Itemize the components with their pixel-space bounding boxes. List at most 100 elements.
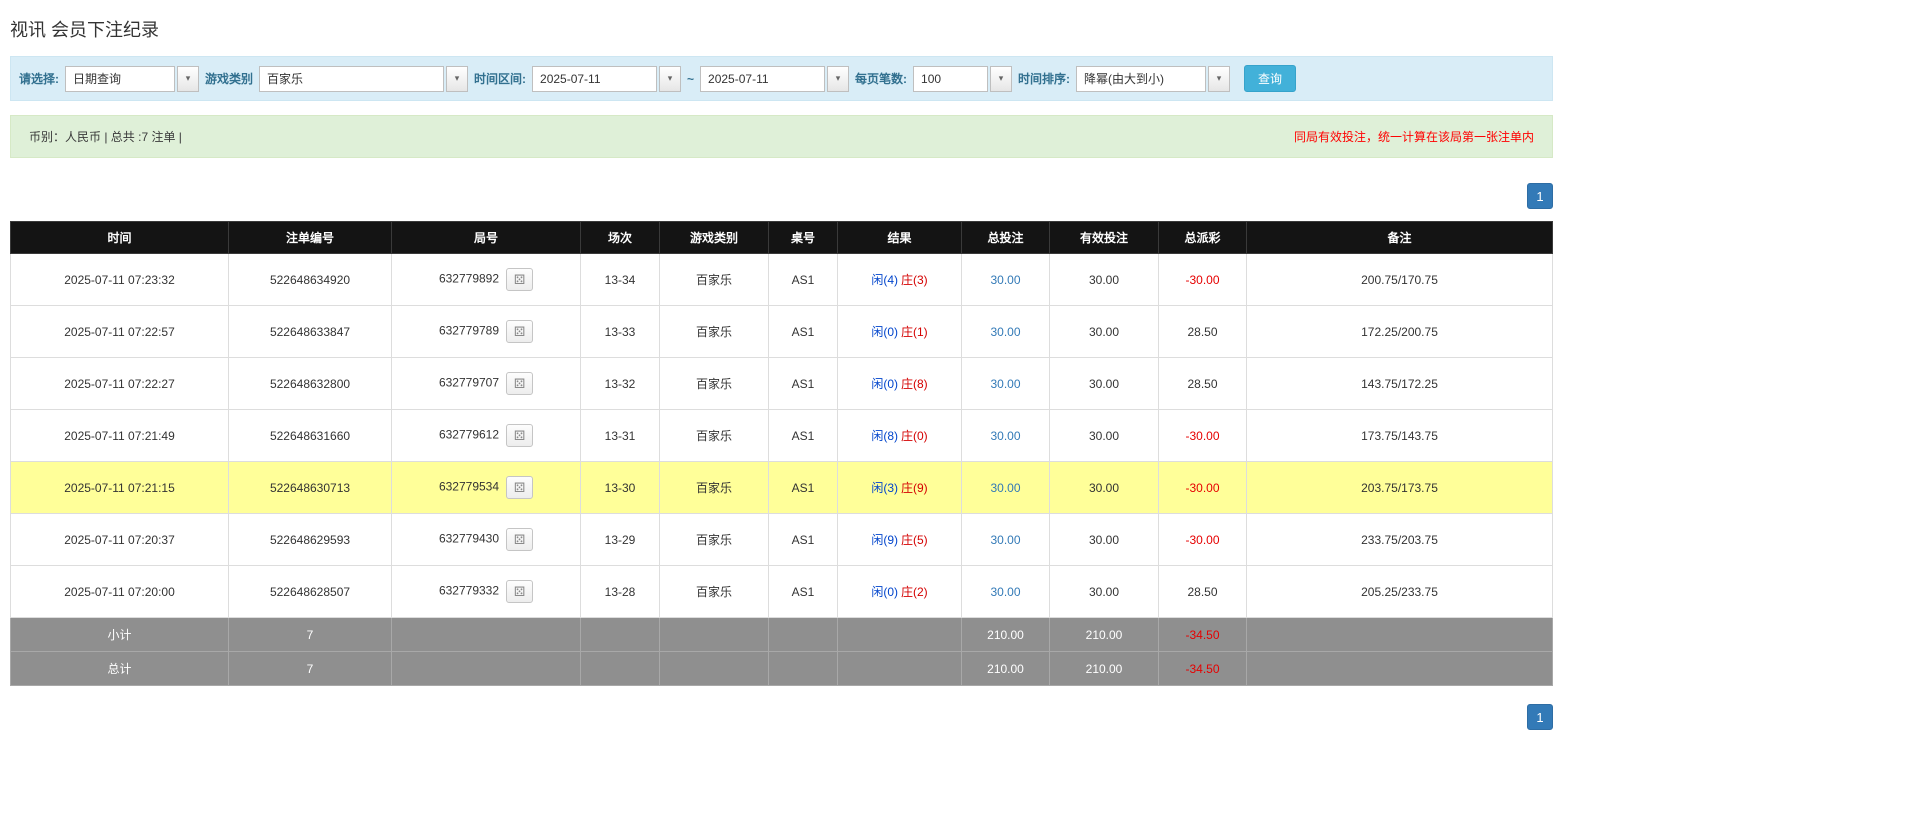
total-bet-cell: 30.00 xyxy=(962,254,1050,306)
footer-table-cell xyxy=(769,652,838,686)
bet-record-row: 2025-07-11 07:22:27522648632800632779707… xyxy=(11,358,1553,410)
footer-valid-bet-cell: 210.00 xyxy=(1050,618,1159,652)
payout-cell: -30.00 xyxy=(1159,514,1247,566)
player-result: 闲(8) xyxy=(871,429,898,443)
query-type-input[interactable] xyxy=(65,66,175,92)
game-type-cell: 百家乐 xyxy=(660,462,769,514)
result-cell: 闲(9)庄(5) xyxy=(838,514,962,566)
payout-cell: -30.00 xyxy=(1159,462,1247,514)
sort-order-dropdown-button[interactable]: ▾ xyxy=(1208,66,1230,92)
total-bet-link[interactable]: 30.00 xyxy=(990,533,1020,547)
currency-total-text: 币别：人民币 | 总共 :7 注单 | xyxy=(29,128,182,145)
footer-total-bet-cell: 210.00 xyxy=(962,618,1050,652)
date-to-dropdown-button[interactable]: ▾ xyxy=(827,66,849,92)
footer-label-cell: 小计 xyxy=(11,618,229,652)
valid-bet-cell: 30.00 xyxy=(1050,306,1159,358)
total-row: 总计7210.00210.00-34.50 xyxy=(11,652,1553,686)
time-cell: 2025-07-11 07:22:57 xyxy=(11,306,229,358)
page-1-button[interactable]: 1 xyxy=(1527,704,1553,730)
remark-cell: 173.75/143.75 xyxy=(1247,410,1553,462)
query-type-dropdown-button[interactable]: ▾ xyxy=(177,66,199,92)
game-type-input[interactable] xyxy=(259,66,444,92)
footer-payout-cell: -34.50 xyxy=(1159,618,1247,652)
column-header-bet-id: 注单编号 xyxy=(229,222,392,254)
notice-text: 同局有效投注，统一计算在该局第一张注单内 xyxy=(1294,128,1534,145)
time-cell: 2025-07-11 07:20:00 xyxy=(11,566,229,618)
player-result: 闲(3) xyxy=(871,481,898,495)
date-to-input[interactable] xyxy=(700,66,825,92)
session-cell: 13-34 xyxy=(581,254,660,306)
round-detail-icon[interactable]: ⚄ xyxy=(506,268,533,291)
page-size-label: 每页笔数: xyxy=(855,70,907,87)
round-id: 632779789 xyxy=(439,324,499,338)
total-bet-cell: 30.00 xyxy=(962,306,1050,358)
round-id-cell: 632779534 ⚄ xyxy=(392,462,581,514)
footer-round-cell xyxy=(392,618,581,652)
game-type-cell: 百家乐 xyxy=(660,358,769,410)
total-bet-cell: 30.00 xyxy=(962,410,1050,462)
bet-record-row: 2025-07-11 07:20:00522648628507632779332… xyxy=(11,566,1553,618)
footer-round-cell xyxy=(392,652,581,686)
bet-record-row: 2025-07-11 07:23:32522648634920632779892… xyxy=(11,254,1553,306)
table-no-cell: AS1 xyxy=(769,254,838,306)
chevron-down-icon: ▾ xyxy=(455,73,460,84)
game-type-dropdown-button[interactable]: ▾ xyxy=(446,66,468,92)
date-to-combo: ▾ xyxy=(700,66,849,92)
date-from-dropdown-button[interactable]: ▾ xyxy=(659,66,681,92)
column-header-valid-bet: 有效投注 xyxy=(1050,222,1159,254)
table-body: 2025-07-11 07:23:32522648634920632779892… xyxy=(11,254,1553,618)
round-id-cell: 632779612⚄ xyxy=(392,410,581,462)
bet-id-cell: 522648634920 xyxy=(229,254,392,306)
date-range-separator: ~ xyxy=(687,72,694,86)
session-cell: 13-28 xyxy=(581,566,660,618)
round-id-cell: 632779707⚄ xyxy=(392,358,581,410)
total-bet-link[interactable]: 30.00 xyxy=(990,429,1020,443)
bet-record-row: 2025-07-11 07:22:57522648633847632779789… xyxy=(11,306,1553,358)
bet-record-row: 2025-07-11 07:21:49522648631660632779612… xyxy=(11,410,1553,462)
payout-cell: -30.00 xyxy=(1159,254,1247,306)
table-no-cell: AS1 xyxy=(769,358,838,410)
round-id: 632779332 xyxy=(439,584,499,598)
filter-bar: 请选择: ▾ 游戏类别 ▾ 时间区间: ▾ ~ ▾ 每页笔数: ▾ 时间排序: … xyxy=(10,56,1553,101)
query-type-combo: ▾ xyxy=(65,66,199,92)
page-size-combo: ▾ xyxy=(913,66,1012,92)
round-id: 632779534 xyxy=(439,480,499,494)
valid-bet-cell: 30.00 xyxy=(1050,358,1159,410)
total-bet-link[interactable]: 30.00 xyxy=(990,325,1020,339)
bet-id-cell: 522648629593 xyxy=(229,514,392,566)
valid-bet-cell: 30.00 xyxy=(1050,514,1159,566)
banker-result: 庄(3) xyxy=(901,273,928,287)
footer-count-cell: 7 xyxy=(229,618,392,652)
round-detail-icon[interactable]: ⚄ xyxy=(506,528,533,551)
round-detail-icon[interactable]: ⚄ xyxy=(506,580,533,603)
chevron-down-icon: ▾ xyxy=(668,73,673,84)
page-size-input[interactable] xyxy=(913,66,988,92)
footer-session-cell xyxy=(581,618,660,652)
round-detail-icon[interactable]: ⚄ xyxy=(506,424,533,447)
round-detail-icon[interactable]: ⚄ xyxy=(506,476,533,499)
footer-label-cell: 总计 xyxy=(11,652,229,686)
total-bet-link[interactable]: 30.00 xyxy=(990,377,1020,391)
chevron-down-icon: ▾ xyxy=(1217,73,1222,84)
table-no-cell: AS1 xyxy=(769,410,838,462)
player-result: 闲(0) xyxy=(871,377,898,391)
total-bet-link[interactable]: 30.00 xyxy=(990,273,1020,287)
total-bet-link[interactable]: 30.00 xyxy=(990,481,1020,495)
page-1-button[interactable]: 1 xyxy=(1527,183,1553,209)
result-cell: 闲(0)庄(8) xyxy=(838,358,962,410)
round-detail-icon[interactable]: ⚄ xyxy=(506,372,533,395)
round-detail-icon[interactable]: ⚄ xyxy=(506,320,533,343)
footer-table-cell xyxy=(769,618,838,652)
date-from-input[interactable] xyxy=(532,66,657,92)
sort-order-input[interactable] xyxy=(1076,66,1206,92)
total-bet-link[interactable]: 30.00 xyxy=(990,585,1020,599)
page-size-dropdown-button[interactable]: ▾ xyxy=(990,66,1012,92)
game-type-cell: 百家乐 xyxy=(660,254,769,306)
banker-result: 庄(9) xyxy=(901,481,928,495)
time-cell: 2025-07-11 07:21:15 xyxy=(11,462,229,514)
round-id: 632779430 xyxy=(439,532,499,546)
time-cell: 2025-07-11 07:23:32 xyxy=(11,254,229,306)
valid-bet-cell: 30.00 xyxy=(1050,254,1159,306)
search-button[interactable]: 查询 xyxy=(1244,65,1296,92)
bet-record-row: 2025-07-11 07:21:15522648630713632779534… xyxy=(11,462,1553,514)
